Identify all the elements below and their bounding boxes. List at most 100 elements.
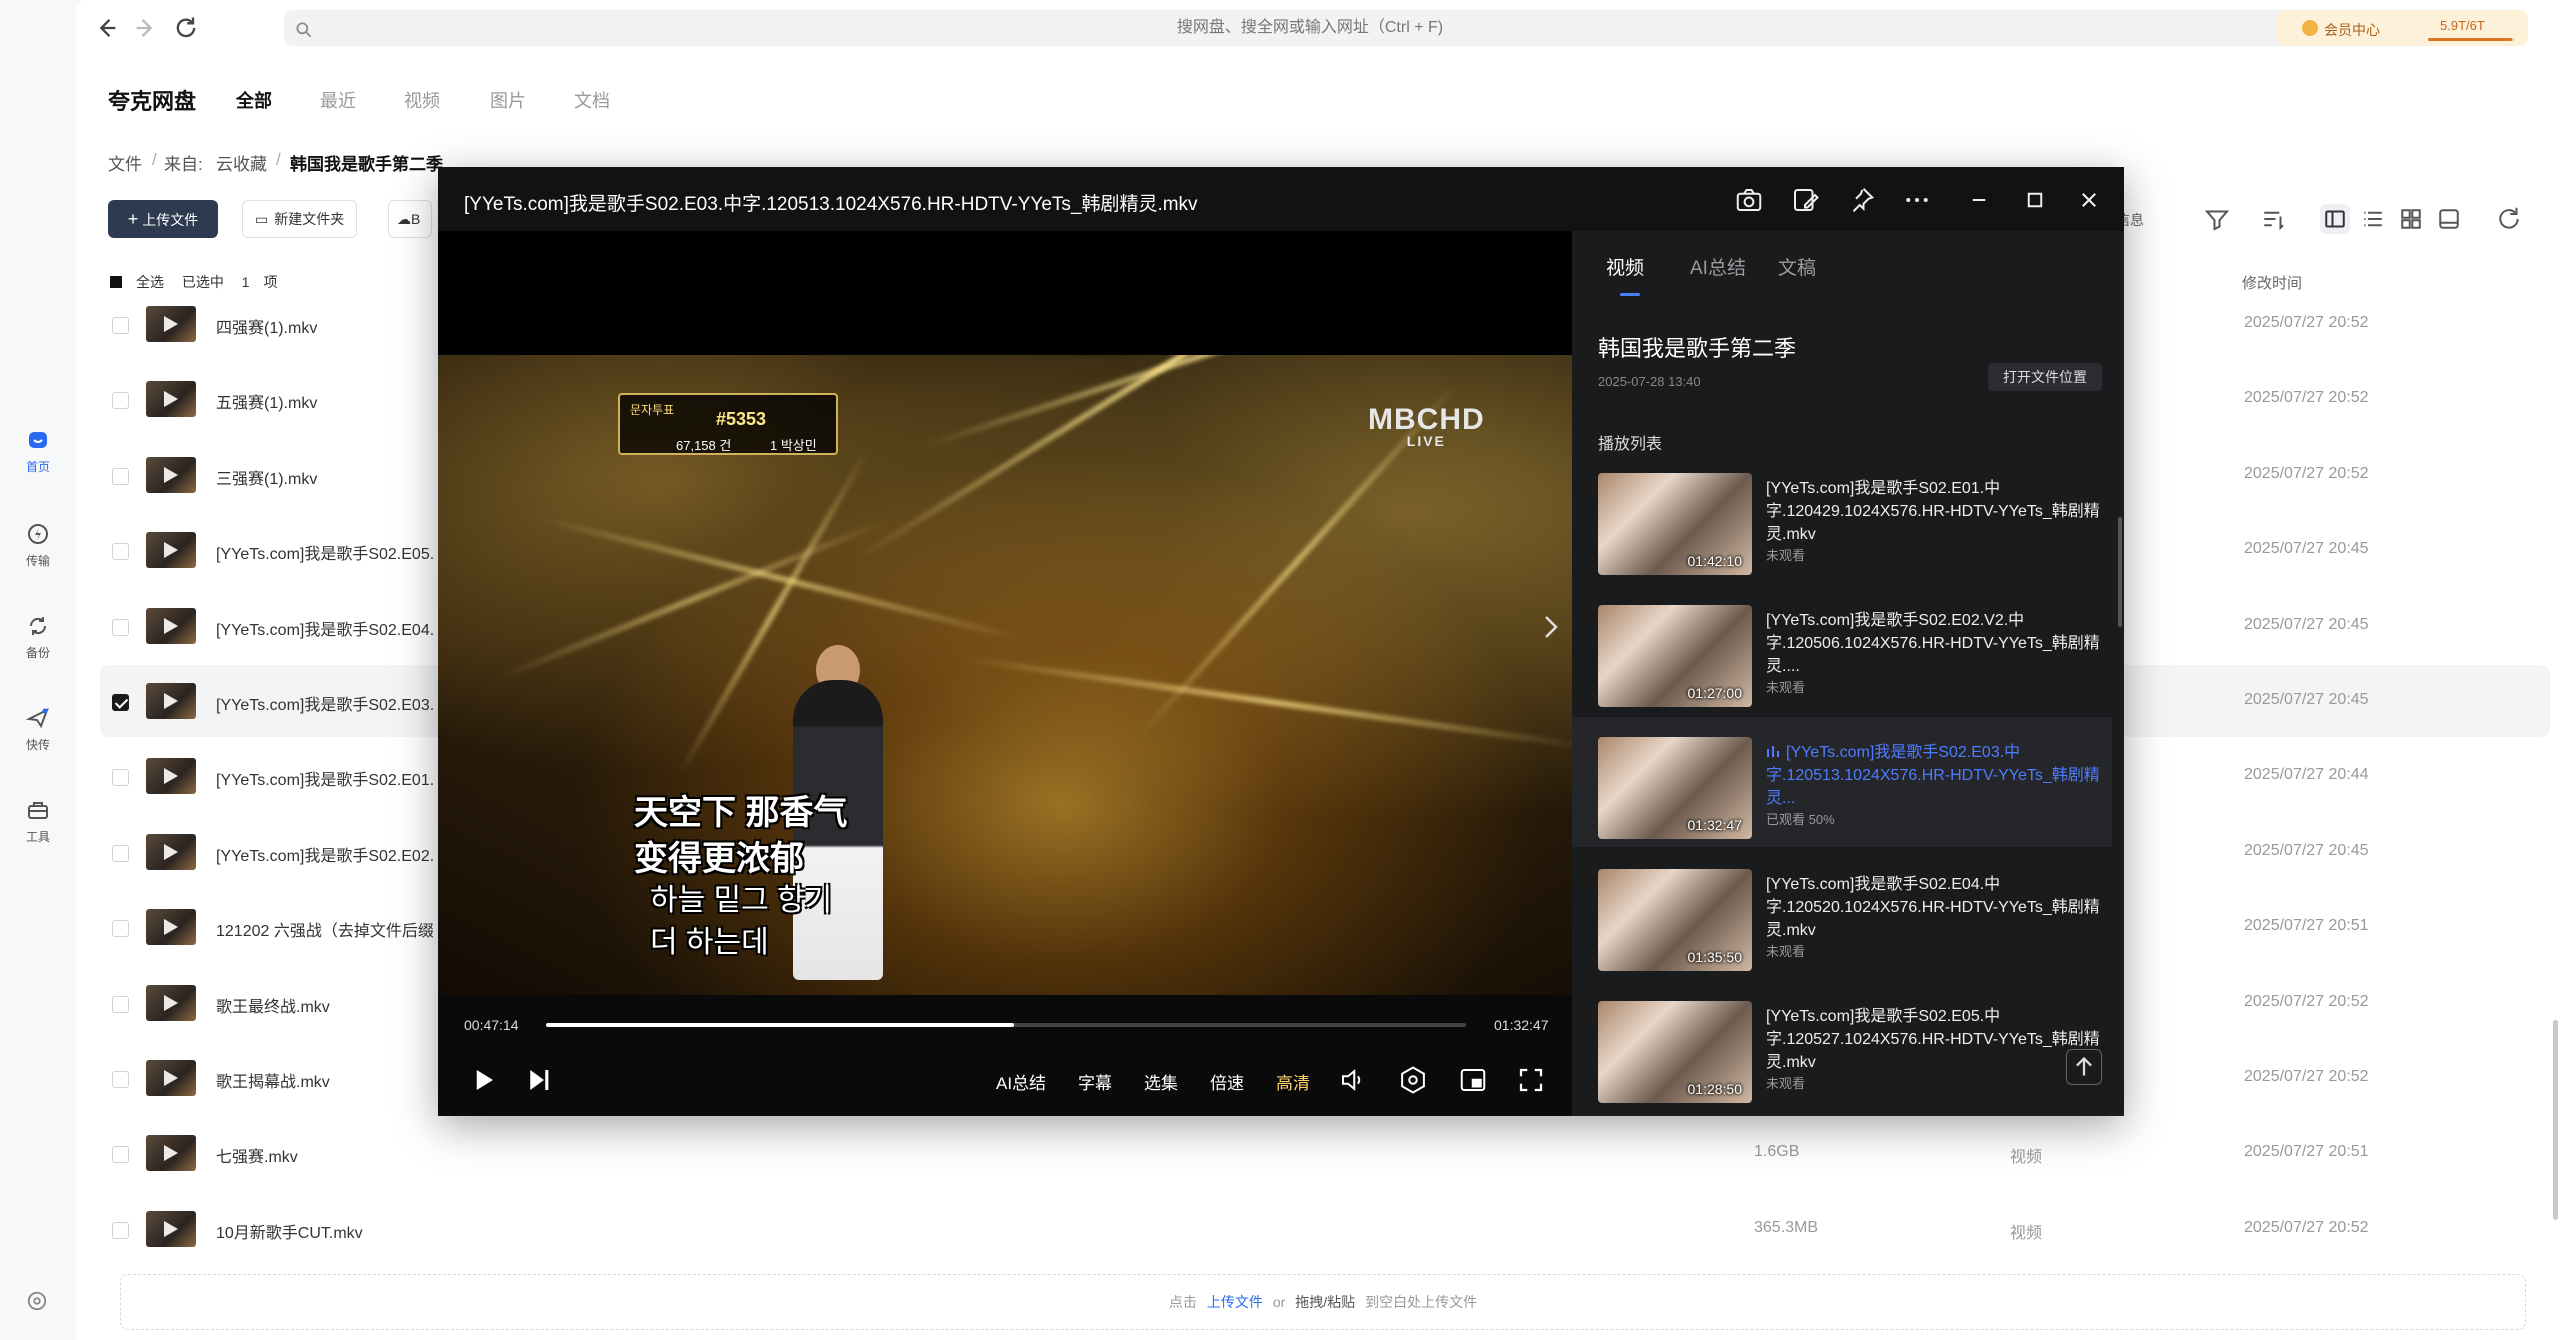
upload-dropzone[interactable]: 点击 上传文件 or 拖拽/粘贴 到空白处上传文件: [120, 1274, 2526, 1330]
settings-button[interactable]: [26, 1290, 48, 1317]
row-checkbox[interactable]: [112, 769, 129, 787]
row-checkbox[interactable]: [112, 694, 129, 711]
file-name[interactable]: [YYeTs.com]我是歌手S02.E03.: [216, 691, 434, 715]
file-name[interactable]: 歌王揭幕战.mkv: [216, 1068, 330, 1092]
notes-button[interactable]: [1790, 185, 1820, 215]
picture-in-picture-button[interactable]: [1458, 1065, 1488, 1095]
dropzone-upload-link[interactable]: 上传文件: [1207, 1294, 1263, 1310]
storage-quota-bar: [2428, 38, 2514, 41]
playlist-duration: 01:27:00: [1687, 685, 1743, 701]
new-folder-button[interactable]: ▭ 新建文件夹: [242, 200, 358, 238]
file-name[interactable]: 10月新歌手CUT.mkv: [216, 1219, 363, 1243]
row-checkbox[interactable]: [112, 618, 129, 636]
next-video-arrow[interactable]: [1536, 597, 1566, 657]
tab-images[interactable]: 图片: [490, 87, 526, 113]
back-button[interactable]: [92, 14, 120, 42]
playlist-scrollbar[interactable]: [2118, 517, 2122, 627]
file-name[interactable]: 三强赛(1).mkv: [216, 465, 317, 489]
playlist-watch-status: 已观看 50%: [1766, 812, 1835, 827]
tab-recent[interactable]: 最近: [320, 87, 356, 113]
search-input[interactable]: 搜网盘、搜全网或输入网址（Ctrl + F): [284, 10, 2336, 46]
file-name[interactable]: 五强赛(1).mkv: [216, 389, 317, 413]
dropzone-drag-label: 拖拽/粘贴: [1295, 1294, 1356, 1310]
row-checkbox[interactable]: [112, 844, 129, 862]
next-episode-button[interactable]: [524, 1065, 554, 1095]
volume-button[interactable]: [1338, 1065, 1368, 1095]
backup-icon: [29, 617, 47, 635]
quality-button[interactable]: 高清: [1276, 1069, 1310, 1094]
view-list-button[interactable]: [2358, 204, 2388, 234]
refresh-list-button[interactable]: [2494, 204, 2524, 234]
playlist-item[interactable]: 01:42:10 [YYeTs.com]我是歌手S02.E01.中字.120429…: [1572, 453, 2112, 583]
minimize-button[interactable]: [1964, 185, 1994, 215]
upload-file-button[interactable]: + 上传文件: [108, 200, 218, 238]
file-name[interactable]: 四强赛(1).mkv: [216, 314, 317, 338]
forward-button[interactable]: [132, 14, 160, 42]
open-file-location-button[interactable]: 打开文件位置: [1988, 363, 2102, 391]
tab-video[interactable]: 视频: [404, 87, 440, 113]
playlist-item[interactable]: 01:28:50 [YYeTs.com]我是歌手S02.E05.中字.120527…: [1572, 981, 2112, 1111]
pin-button[interactable]: [1846, 185, 1876, 215]
main-scrollbar[interactable]: [2553, 1020, 2558, 1220]
row-checkbox[interactable]: [112, 543, 129, 561]
row-checkbox[interactable]: [112, 1071, 129, 1088]
playlist-item[interactable]: 01:27:00 [YYeTs.com]我是歌手S02.E02.V2.中字.120…: [1572, 585, 2112, 715]
episodes-button[interactable]: 选集: [1144, 1069, 1178, 1094]
playlist-item[interactable]: 01:32:47 [YYeTs.com]我是歌手S02.E03.中字.120513…: [1572, 717, 2112, 847]
maximize-button[interactable]: [2020, 185, 2050, 215]
member-center-button[interactable]: 会员中心 5.9T/6T: [2276, 10, 2528, 46]
speed-button[interactable]: 倍速: [1210, 1069, 1244, 1094]
close-button[interactable]: [2074, 185, 2104, 215]
file-name[interactable]: 歌王最终战.mkv: [216, 993, 330, 1017]
breadcrumb-files[interactable]: 文件: [108, 150, 142, 175]
row-checkbox[interactable]: [112, 392, 129, 410]
sidebar-item-transfer[interactable]: 传输: [0, 522, 76, 569]
refresh-button[interactable]: [172, 14, 200, 42]
filter-button[interactable]: [2202, 204, 2232, 234]
tab-ai-summary[interactable]: AI总结: [1690, 253, 1746, 280]
sidebar-item-quick-send[interactable]: 快传: [0, 706, 76, 753]
playlist-item[interactable]: 01:35:50 [YYeTs.com]我是歌手S02.E04.中字.120520…: [1572, 849, 2112, 979]
file-row[interactable]: 10月新歌手CUT.mkv 365.3MB 视频 2025/07/27 20:52: [100, 1193, 2550, 1265]
partial-toolbar-button[interactable]: ☁B: [388, 200, 432, 238]
sidebar-item-home[interactable]: 首页: [0, 428, 76, 475]
tab-all[interactable]: 全部: [236, 87, 272, 113]
file-name[interactable]: [YYeTs.com]我是歌手S02.E01.: [216, 766, 434, 790]
subtitle-button[interactable]: 字幕: [1078, 1069, 1112, 1094]
more-button[interactable]: [1902, 185, 1932, 215]
view-columns-button[interactable]: [2320, 204, 2350, 234]
view-preview-button[interactable]: [2434, 204, 2464, 234]
row-checkbox[interactable]: [112, 995, 129, 1013]
fullscreen-button[interactable]: [1516, 1065, 1546, 1095]
row-checkbox[interactable]: [112, 1146, 129, 1164]
file-name[interactable]: [YYeTs.com]我是歌手S02.E04.: [216, 616, 434, 640]
scroll-to-top-button[interactable]: [2066, 1049, 2102, 1085]
play-button[interactable]: [468, 1065, 498, 1095]
row-checkbox[interactable]: [112, 1221, 129, 1239]
ai-summary-button[interactable]: AI总结: [996, 1069, 1046, 1094]
screenshot-button[interactable]: [1734, 185, 1764, 215]
file-row[interactable]: 七强赛.mkv 1.6GB 视频 2025/07/27 20:51: [100, 1117, 2550, 1189]
row-checkbox[interactable]: [112, 467, 129, 485]
file-name[interactable]: [YYeTs.com]我是歌手S02.E05.: [216, 540, 434, 564]
sidebar-item-tools[interactable]: 工具: [0, 798, 76, 845]
tab-video-info[interactable]: 视频: [1606, 253, 1644, 280]
view-grid-button[interactable]: [2396, 204, 2426, 234]
player-settings-button[interactable]: [1398, 1065, 1428, 1095]
folder-plus-icon: ▭: [255, 211, 269, 227]
video-frame[interactable]: 문자투표 #5353 67,158 건 1 박상민 MBCHD LIVE 天空下…: [438, 355, 1572, 995]
progress-bar[interactable]: [546, 1023, 1466, 1027]
tab-transcript[interactable]: 文稿: [1778, 253, 1816, 280]
breadcrumb-cloud-favorites[interactable]: 云收藏: [216, 150, 267, 175]
subtitle-line-1: 天空下 那香气: [634, 794, 848, 832]
sidebar-item-backup[interactable]: 备份: [0, 614, 76, 661]
row-checkbox[interactable]: [112, 317, 129, 334]
file-name[interactable]: 121202 六强战（去掉文件后缀: [216, 917, 434, 941]
player-titlebar[interactable]: [YYeTs.com]我是歌手S02.E03.中字.120513.1024X57…: [438, 167, 2124, 231]
file-name[interactable]: 七强赛.mkv: [216, 1143, 298, 1167]
tab-documents[interactable]: 文档: [574, 87, 610, 113]
row-checkbox[interactable]: [112, 920, 129, 938]
playlist-item-name: [YYeTs.com]我是歌手S02.E01.中字.120429.1024X57…: [1766, 477, 2102, 546]
file-name[interactable]: [YYeTs.com]我是歌手S02.E02.: [216, 842, 434, 866]
sort-button[interactable]: [2258, 204, 2288, 234]
